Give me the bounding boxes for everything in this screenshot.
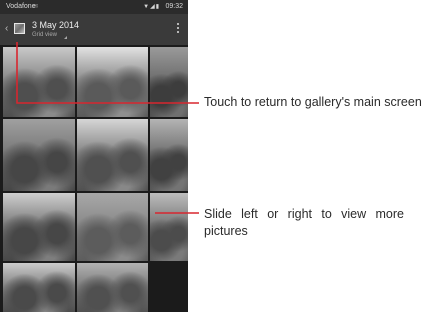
status-time: 09:32 [165,3,183,10]
battery-icon: ▮ [155,4,160,10]
phone-screen: Vodafone ✉ ▼◢▮ 09:32 ‹ 3 May 2014 Grid v… [0,0,188,312]
photo-thumbnail[interactable] [150,47,188,117]
view-mode-selector[interactable]: Grid view [32,32,57,39]
carrier-label: Vodafone [6,3,36,10]
photo-thumbnail[interactable] [3,193,75,261]
status-bar: Vodafone ✉ ▼◢▮ 09:32 [0,0,188,14]
photo-thumbnail[interactable] [77,119,148,191]
photo-thumbnail[interactable] [150,119,188,191]
album-thumbnail-icon[interactable] [14,23,25,34]
gallery-action-bar: ‹ 3 May 2014 Grid view [0,14,188,45]
photo-thumbnail[interactable] [150,193,188,261]
photo-thumbnail[interactable] [3,263,75,312]
photo-thumbnail[interactable] [3,119,75,191]
album-title[interactable]: 3 May 2014 [32,20,79,31]
overflow-menu-icon[interactable] [177,23,180,35]
photo-thumbnail[interactable] [77,193,148,261]
callout-gallery-main-screen: Touch to return to gallery's main screen [204,95,422,109]
photo-thumbnail[interactable] [77,263,148,312]
notification-icon: ✉ [33,4,39,10]
photo-thumbnail[interactable] [3,47,75,117]
photo-thumbnail[interactable] [77,47,148,117]
dropdown-caret-icon [64,36,67,39]
back-chevron-icon[interactable]: ‹ [5,23,8,35]
callout-slide-pictures: Slide left or right to view more picture… [204,207,404,238]
